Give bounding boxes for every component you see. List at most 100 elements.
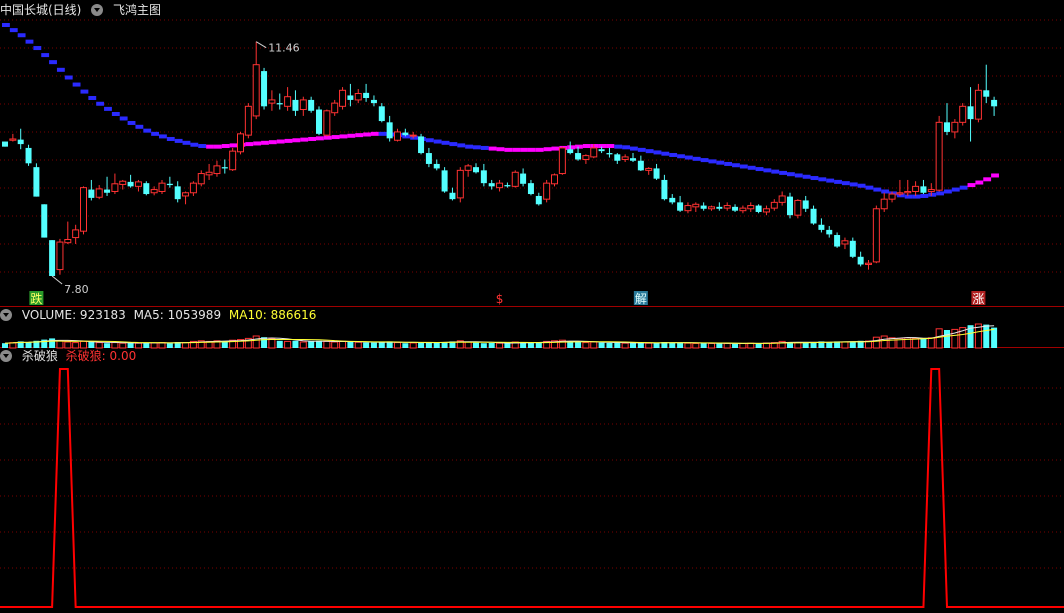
ma-line-segment: [457, 143, 466, 148]
candle-up: [205, 171, 213, 176]
ma-line-segment: [104, 106, 112, 111]
ma-line-segment: [708, 159, 717, 164]
volume-bar: [826, 342, 833, 348]
ma-line-segment: [794, 173, 803, 178]
ma-line-segment: [739, 164, 748, 169]
candle-down: [166, 183, 173, 186]
candle-up: [723, 205, 731, 209]
volume-bar: [95, 342, 103, 349]
volume-bar: [49, 338, 56, 348]
ma-line-segment: [64, 75, 73, 80]
volume-bar: [677, 342, 684, 348]
ma-line-segment: [975, 180, 984, 185]
ma-line-segment: [496, 147, 505, 152]
ma-line-segment: [944, 189, 952, 194]
signal-badge: 解: [635, 292, 647, 306]
candle-down: [669, 197, 676, 203]
candle-up: [794, 199, 802, 216]
ma-line-segment: [920, 193, 929, 198]
ma-line-segment: [425, 138, 434, 143]
candle-down: [810, 208, 817, 224]
ma-line-segment: [80, 89, 89, 94]
ma-line-segment: [551, 146, 560, 151]
volume-bar: [716, 343, 723, 348]
candle-up: [762, 208, 770, 213]
candle-down: [732, 206, 739, 211]
ma-line-segment: [174, 138, 183, 143]
signal-badge: $: [496, 292, 504, 306]
volume-bar: [143, 342, 150, 348]
volume-bar: [590, 341, 598, 349]
volume-bar: [323, 340, 331, 349]
volume-bar: [308, 341, 315, 348]
candle-down: [425, 153, 432, 164]
candle-up: [880, 198, 888, 210]
ma-line-segment: [873, 187, 882, 192]
candle-up: [252, 64, 260, 117]
ma-line-segment: [433, 139, 442, 144]
volume-bar: [920, 339, 927, 348]
ma-line-segment: [661, 151, 670, 156]
ma-line-segment: [912, 194, 921, 199]
candle-up: [770, 201, 778, 209]
ma-line-segment: [127, 120, 136, 125]
candle-up: [692, 203, 700, 208]
ma-line-segment: [119, 116, 128, 121]
volume-bar: [119, 342, 127, 349]
ma-line-segment: [849, 182, 858, 187]
candle-down: [473, 167, 479, 173]
candle-down: [983, 90, 990, 97]
candle-up: [865, 262, 872, 265]
ma-line-segment: [331, 135, 340, 140]
ma-line-segment: [967, 183, 976, 188]
candle-up: [927, 189, 935, 192]
volume-bar: [276, 340, 283, 348]
ma-line-segment: [268, 140, 277, 145]
volume-bar: [354, 341, 362, 349]
candle-down: [787, 196, 793, 216]
candle-down: [834, 235, 841, 247]
candle-up: [511, 171, 519, 187]
ma-line-segment: [520, 147, 528, 152]
candle-down: [677, 202, 684, 211]
candle-down: [402, 132, 409, 136]
candle-up: [590, 147, 598, 158]
candle-down: [25, 147, 32, 164]
volume-bar: [72, 342, 80, 349]
candle-down: [347, 95, 354, 100]
ma-line-segment: [732, 163, 740, 168]
ma-line-segment: [802, 174, 811, 179]
candle-up: [158, 182, 166, 192]
candle-down: [661, 179, 668, 200]
ma-line-segment: [9, 28, 18, 33]
candle-down: [480, 170, 487, 184]
candle-up: [150, 189, 158, 194]
candle-up: [974, 89, 982, 120]
volume-bar: [299, 341, 307, 349]
volume-bar: [723, 342, 731, 349]
ma-line-segment: [151, 131, 159, 136]
volume-bar: [912, 337, 920, 349]
ma-line-segment: [567, 145, 576, 150]
ma-line-segment: [881, 189, 890, 194]
candle-up: [888, 193, 896, 200]
volume-bar: [252, 335, 260, 349]
ma-line-segment: [316, 136, 324, 141]
ma-line-segment: [865, 185, 874, 190]
candle-down: [991, 99, 998, 107]
candle-up: [394, 131, 401, 141]
ma-line-segment: [363, 132, 371, 137]
volume-bar: [669, 342, 676, 348]
volume-bar: [127, 342, 134, 348]
ma-line-segment: [857, 183, 866, 188]
volume-bar: [653, 342, 660, 348]
ma-line-segment: [512, 147, 521, 152]
volume-bar: [527, 342, 534, 348]
volume-bar: [630, 342, 636, 348]
candle-down: [802, 200, 809, 209]
candle-down: [504, 185, 511, 187]
candle-down: [535, 195, 542, 205]
candle-down: [386, 122, 393, 139]
volume-bar: [418, 342, 425, 348]
volume-bar: [520, 342, 527, 348]
